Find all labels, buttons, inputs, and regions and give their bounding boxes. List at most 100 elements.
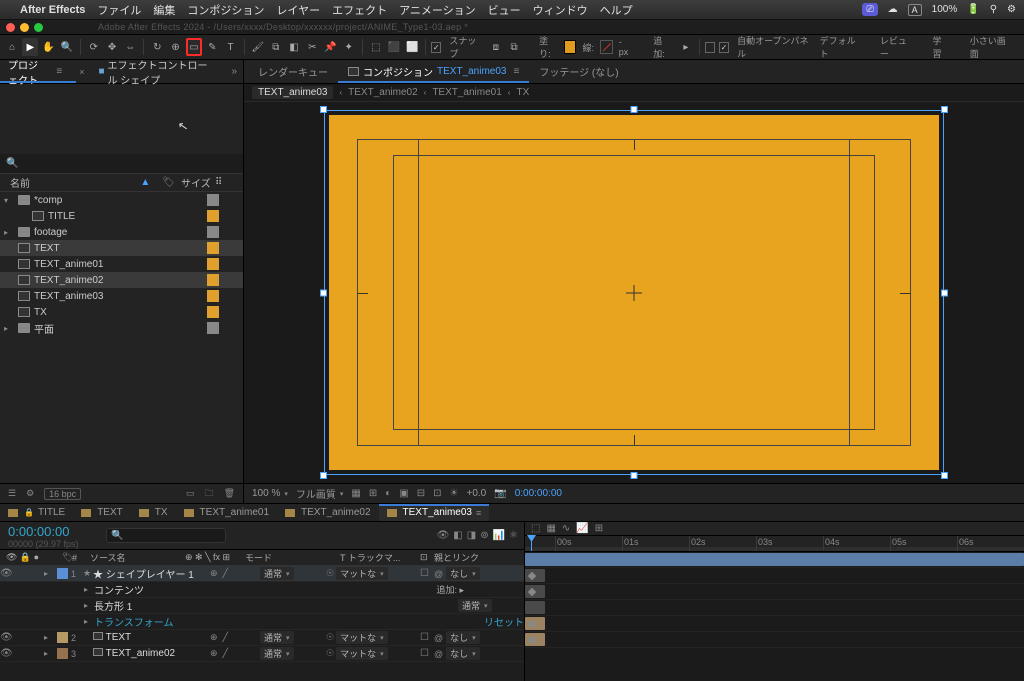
tab-composition[interactable]: コンポジション TEXT_anime03 ≡: [338, 60, 529, 83]
timeline-tab[interactable]: TEXT_anime03 ≡: [379, 504, 490, 521]
channel-icon[interactable]: ▦: [351, 488, 360, 499]
graph-editor-icon[interactable]: 📈: [576, 523, 588, 534]
track-lane[interactable]: [525, 552, 1024, 568]
anchor-tool-icon[interactable]: ⊕: [167, 38, 183, 56]
menu-window[interactable]: ウィンドウ: [533, 2, 588, 18]
eraser-tool-icon[interactable]: ◧: [286, 38, 302, 56]
wifi-icon[interactable]: ⚲: [990, 4, 997, 15]
draft3d-icon[interactable]: ◧: [453, 530, 462, 541]
crumb-1[interactable]: TEXT_anime02: [348, 87, 417, 98]
properties-icon[interactable]: ⊞: [595, 523, 603, 534]
composition-viewer[interactable]: [244, 102, 1024, 483]
cloud-icon[interactable]: ☁: [888, 4, 898, 15]
menu-view[interactable]: ビュー: [488, 2, 521, 18]
time-ruler[interactable]: 00s01s02s03s04s05s06s07s: [525, 536, 1024, 552]
selection-tool-icon[interactable]: ▶: [22, 38, 38, 56]
snap-opt-icon[interactable]: ⧈: [488, 38, 504, 56]
new-comp-icon[interactable]: ▭: [186, 488, 195, 499]
type-tool-icon[interactable]: T: [222, 38, 238, 56]
menu-layer[interactable]: レイヤー: [276, 2, 320, 18]
motion-blur-icon[interactable]: ⊚: [480, 530, 488, 541]
trash-icon[interactable]: 🗑: [224, 488, 235, 499]
menu-effect[interactable]: エフェクト: [332, 2, 387, 18]
zoom-window-icon[interactable]: [34, 23, 43, 32]
project-item[interactable]: ▸平面: [0, 320, 243, 336]
handle-br[interactable]: [941, 472, 948, 479]
handle-mr[interactable]: [941, 289, 948, 296]
snapshot-icon[interactable]: 📷: [494, 488, 506, 499]
col-mode[interactable]: モード: [245, 551, 340, 564]
workspace-default[interactable]: デフォルト: [816, 34, 862, 60]
local-axis-icon[interactable]: ⬚: [368, 38, 384, 56]
track-lane[interactable]: [525, 600, 1024, 616]
timeline-tab[interactable]: TEXT_anime02: [277, 504, 378, 521]
project-item[interactable]: TX: [0, 304, 243, 320]
col-parent[interactable]: 親とリンク: [434, 551, 524, 564]
menu-help[interactable]: ヘルプ: [600, 2, 633, 18]
orbit-tool-icon[interactable]: ⟳: [86, 38, 102, 56]
layer-row[interactable]: 👁▸1★★ シェイプレイヤー 1⊕ ╱通常☉マットな☐@なし: [0, 566, 524, 582]
handle-bm[interactable]: [631, 472, 638, 479]
wand-tool-icon[interactable]: ✦: [341, 38, 357, 56]
rectangle-tool-icon[interactable]: ▭: [186, 38, 203, 56]
hand-tool-icon[interactable]: ✋: [40, 38, 56, 56]
zoom-dropdown[interactable]: 100 %: [252, 488, 288, 499]
waveform-icon[interactable]: ∿: [562, 523, 570, 534]
thumbnail-icon[interactable]: ▦: [546, 523, 555, 534]
layer-row[interactable]: ▸トランスフォームリセット: [0, 614, 524, 630]
zoom-tool-icon[interactable]: 🔍: [59, 38, 75, 56]
autoopen-checkbox[interactable]: [719, 42, 729, 53]
col-size[interactable]: サイズ: [181, 175, 215, 190]
col-name[interactable]: 名前: [10, 175, 134, 190]
guide-icon[interactable]: ⊡: [433, 488, 441, 499]
project-settings-icon[interactable]: ⚙: [26, 488, 34, 499]
project-search-input[interactable]: [22, 158, 237, 169]
project-item[interactable]: TEXT_anime02: [0, 272, 243, 288]
layer-row[interactable]: ▸コンテンツ追加: ▸: [0, 582, 524, 598]
menu-composition[interactable]: コンポジション: [187, 2, 264, 18]
project-item[interactable]: TEXT_anime01: [0, 256, 243, 272]
roi-icon[interactable]: ▣: [399, 488, 408, 499]
workspace-small[interactable]: 小さい画面: [966, 34, 1012, 60]
timeline-tab[interactable]: TEXT_anime01: [176, 504, 277, 521]
tab-render-queue[interactable]: レンダーキュー: [248, 60, 338, 83]
pen-tool-icon[interactable]: ✎: [204, 38, 220, 56]
workspace-review[interactable]: レビュー: [876, 34, 915, 60]
workspace-learn[interactable]: 学習: [928, 34, 951, 60]
snap-opt2-icon[interactable]: ⧉: [506, 38, 522, 56]
world-axis-icon[interactable]: ⬛: [386, 38, 402, 56]
playhead[interactable]: [531, 536, 532, 551]
shy-icon[interactable]: 👁: [437, 530, 450, 541]
crumb-2[interactable]: TEXT_anime01: [432, 87, 501, 98]
menu-edit[interactable]: 編集: [153, 2, 175, 18]
grid-icon[interactable]: ⊟: [417, 488, 425, 499]
quality-dropdown[interactable]: フル画質: [296, 486, 344, 501]
minimize-window-icon[interactable]: [20, 23, 29, 32]
layer-row[interactable]: ▸長方形 1通常: [0, 598, 524, 614]
menu-animation[interactable]: アニメーション: [399, 2, 476, 18]
comp-marker-icon[interactable]: ⬚: [531, 523, 540, 534]
handle-tr[interactable]: [941, 106, 948, 113]
interpret-icon[interactable]: ☰: [8, 488, 16, 499]
handle-bl[interactable]: [320, 472, 327, 479]
dolly-tool-icon[interactable]: ⇔: [122, 38, 138, 56]
pan-camera-tool-icon[interactable]: ✥: [104, 38, 120, 56]
tab-project[interactable]: プロジェクト≡: [0, 60, 76, 83]
stroke-width[interactable]: - px: [615, 37, 637, 57]
timeline-tab[interactable]: 🔒TITLE: [0, 504, 73, 521]
timeline-tab[interactable]: TX: [131, 504, 176, 521]
add-menu-icon[interactable]: ▸: [678, 38, 694, 56]
layer-row[interactable]: 👁▸2 TEXT⊕ ╱通常☉マットな☐@なし: [0, 630, 524, 646]
exposure-icon[interactable]: ☀: [450, 488, 459, 499]
home-tool-icon[interactable]: ⌂: [4, 38, 20, 56]
tab-close-icon[interactable]: ×: [79, 67, 84, 77]
rotate-tool-icon[interactable]: ↻: [149, 38, 165, 56]
project-item[interactable]: TEXT_anime03: [0, 288, 243, 304]
track-lane[interactable]: [525, 568, 1024, 584]
bezier-checkbox[interactable]: [705, 42, 715, 53]
layer-row[interactable]: 👁▸3 TEXT_anime02⊕ ╱通常☉マットな☐@なし: [0, 646, 524, 662]
track-lane[interactable]: [525, 632, 1024, 648]
col-trackmatte[interactable]: T トラックマ...: [340, 551, 420, 564]
view-axis-icon[interactable]: ⬜: [404, 38, 420, 56]
snap-checkbox[interactable]: [431, 42, 441, 53]
